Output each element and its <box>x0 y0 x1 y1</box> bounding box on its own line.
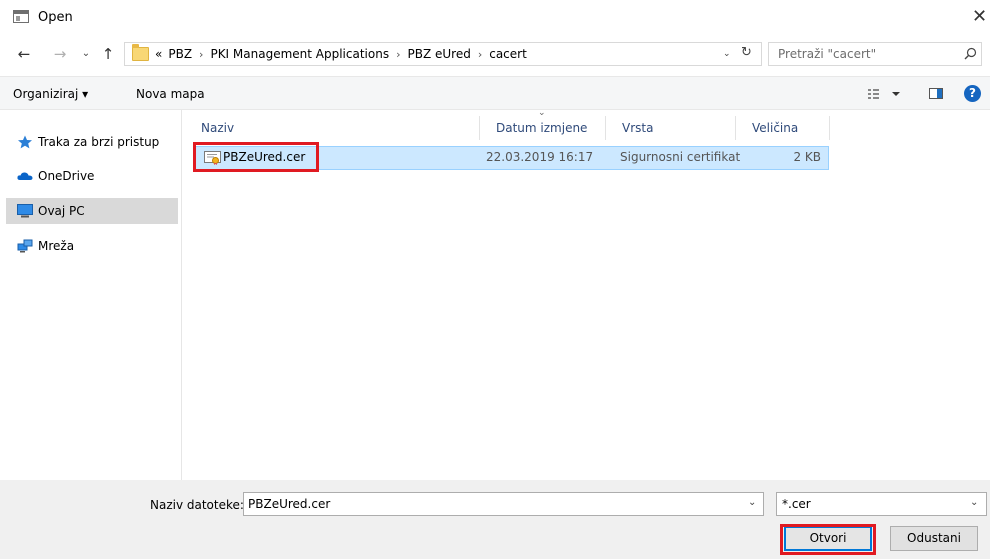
bottom-panel: Naziv datoteke: PBZeUred.cer ⌄ *.cer ⌄ O… <box>0 480 990 559</box>
preview-pane-icon[interactable] <box>929 88 943 99</box>
column-header-date[interactable]: Datum izmjene <box>480 116 606 140</box>
file-type-select[interactable]: *.cer <box>776 492 987 516</box>
breadcrumb-separator: › <box>199 47 204 61</box>
address-bar[interactable]: « PBZ › PKI Management Applications › PB… <box>124 42 762 66</box>
breadcrumb-item-pbz-eured[interactable]: PBZ eUred <box>407 47 470 61</box>
close-button[interactable]: ✕ <box>972 6 990 28</box>
recent-locations-button[interactable]: ⌄ <box>78 44 94 64</box>
sidebar-item-label: Traka za brzi pristup <box>38 135 160 149</box>
forward-button[interactable]: → <box>50 44 70 64</box>
window-icon <box>13 10 29 23</box>
filename-field[interactable]: PBZeUred.cer <box>243 492 764 516</box>
breadcrumb-item-pki[interactable]: PKI Management Applications <box>210 47 389 61</box>
breadcrumb-separator: › <box>477 47 483 61</box>
command-bar: Organiziraj ▾ Nova mapa ? <box>0 76 990 110</box>
chevron-down-icon[interactable]: ⌄ <box>748 497 756 508</box>
open-highlight-box <box>780 524 876 555</box>
breadcrumb-item-cacert[interactable]: cacert <box>489 47 527 61</box>
folder-icon <box>132 44 149 61</box>
sidebar-item-onedrive[interactable]: OneDrive <box>6 163 178 189</box>
refresh-icon[interactable]: ↻ <box>741 45 757 60</box>
title-bar: Open ✕ <box>0 0 990 36</box>
cloud-icon <box>17 172 33 180</box>
breadcrumb: « PBZ › PKI Management Applications › PB… <box>155 47 527 61</box>
chevron-down-icon[interactable]: ⌄ <box>723 46 735 62</box>
chevron-down-icon[interactable]: ⌄ <box>970 497 978 508</box>
breadcrumb-overflow[interactable]: « <box>155 47 162 61</box>
breadcrumb-separator: › <box>396 47 401 61</box>
sidebar-item-network[interactable]: Mreža <box>6 233 178 259</box>
sidebar-item-this-pc[interactable]: Ovaj PC <box>6 198 178 224</box>
sidebar-item-quick-access[interactable]: Traka za brzi pristup <box>6 129 178 155</box>
search-placeholder: Pretraži "cacert" <box>778 47 877 61</box>
file-size: 2 KB <box>793 150 821 164</box>
column-header-type[interactable]: Vrsta <box>606 116 736 140</box>
computer-icon <box>17 204 33 218</box>
help-icon[interactable]: ? <box>964 85 981 102</box>
column-header-size[interactable]: Veličina <box>736 116 830 140</box>
organize-button[interactable]: Organiziraj ▾ <box>13 87 88 101</box>
new-folder-button[interactable]: Nova mapa <box>136 87 205 101</box>
back-button[interactable]: ← <box>14 44 34 64</box>
sidebar-item-label: Ovaj PC <box>38 204 85 218</box>
file-type: Sigurnosni certifikat <box>620 150 741 164</box>
network-icon <box>17 239 33 253</box>
up-button[interactable]: ↑ <box>99 44 117 64</box>
search-input[interactable]: Pretraži "cacert" <box>768 42 982 66</box>
sidebar-item-label: OneDrive <box>38 169 95 183</box>
cancel-button[interactable]: Odustani <box>890 526 978 551</box>
search-icon[interactable] <box>962 46 978 62</box>
breadcrumb-item-pbz[interactable]: PBZ <box>168 47 192 61</box>
navigation-pane: Traka za brzi pristup OneDrive Ovaj PC M… <box>0 110 182 480</box>
star-icon <box>18 135 32 149</box>
view-options-icon[interactable] <box>867 86 907 102</box>
window-title: Open <box>38 10 73 25</box>
filename-label: Naziv datoteke: <box>150 498 244 512</box>
file-highlight-box <box>193 142 319 172</box>
column-header-name[interactable]: Naziv <box>185 116 480 140</box>
file-date: 22.03.2019 16:17 <box>486 150 594 164</box>
sidebar-item-label: Mreža <box>38 239 75 253</box>
